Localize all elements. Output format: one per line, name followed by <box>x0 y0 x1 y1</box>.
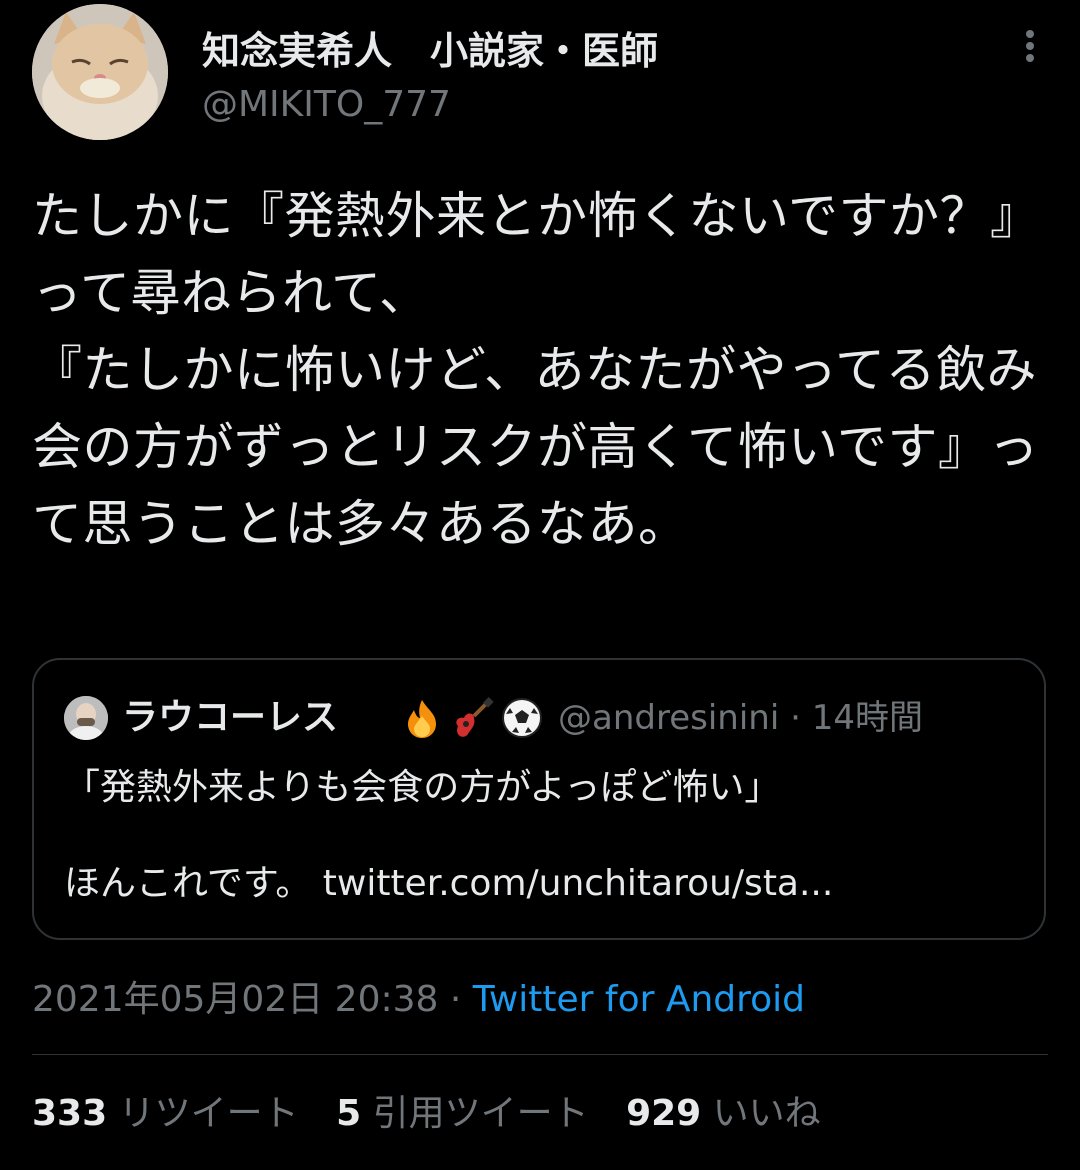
quoted-author-handle: @andresinini <box>558 698 780 738</box>
cat-avatar[interactable] <box>32 4 168 140</box>
likes-stat[interactable]: 929 いいね <box>626 1090 821 1138</box>
soccer-ball-icon <box>500 696 544 740</box>
meta-separator: · <box>449 979 462 1020</box>
meta-dot: · <box>790 698 801 738</box>
tweet-stats: 333 リツイート 5 引用ツイート 929 いいね <box>32 1090 847 1138</box>
quoted-author-name: ラウコーレス <box>122 697 339 738</box>
retweets-label: リツイート <box>118 1093 299 1134</box>
cat-icon <box>32 4 168 140</box>
quoted-tweet-card[interactable]: ラウコーレス @andresinini · 14時間 「発熱外来よりも会食の方が… <box>32 658 1046 940</box>
quotes-count: 5 <box>336 1093 362 1134</box>
likes-label: いいね <box>712 1093 821 1134</box>
quoted-tweet-text: 「発熱外来よりも会食の方がよっぽど怖い」 ほんこれです。 twitter.com… <box>64 767 834 904</box>
author-name[interactable]: 知念実希人 小説家・医師 <box>202 20 658 75</box>
guitar-icon <box>450 696 494 740</box>
tweet-meta: 2021年05月02日 20:38 · Twitter for Android <box>32 976 805 1024</box>
quote-avatar <box>64 696 108 740</box>
divider <box>32 1054 1048 1055</box>
tweet-header: 知念実希人 小説家・医師 @MIKITO_777 <box>0 0 1080 150</box>
quoted-tweet-time: 14時間 <box>811 698 923 738</box>
more-vertical-icon <box>1026 30 1034 62</box>
more-options-button[interactable] <box>1010 26 1050 66</box>
tweet-timestamp[interactable]: 2021年05月02日 20:38 <box>32 979 438 1020</box>
quotes-stat[interactable]: 5 引用ツイート <box>336 1090 589 1138</box>
quoted-author-meta: @andresinini · 14時間 <box>558 694 923 742</box>
quoted-tweet-header: ラウコーレス @andresinini · 14時間 <box>64 694 1024 742</box>
quoted-author-emojis <box>400 696 544 740</box>
tweet-source-link[interactable]: Twitter for Android <box>473 979 805 1020</box>
person-avatar-icon <box>64 696 108 740</box>
tweet-text: たしかに『発熱外来とか怖くないですか？』って尋ねられて、 『たしかに怖いけど、あ… <box>32 187 1041 553</box>
fire-icon <box>400 696 444 740</box>
retweets-count: 333 <box>32 1093 108 1134</box>
author-handle[interactable]: @MIKITO_777 <box>202 84 451 125</box>
quotes-label: 引用ツイート <box>372 1093 589 1134</box>
likes-count: 929 <box>626 1093 702 1134</box>
retweets-stat[interactable]: 333 リツイート <box>32 1090 299 1138</box>
